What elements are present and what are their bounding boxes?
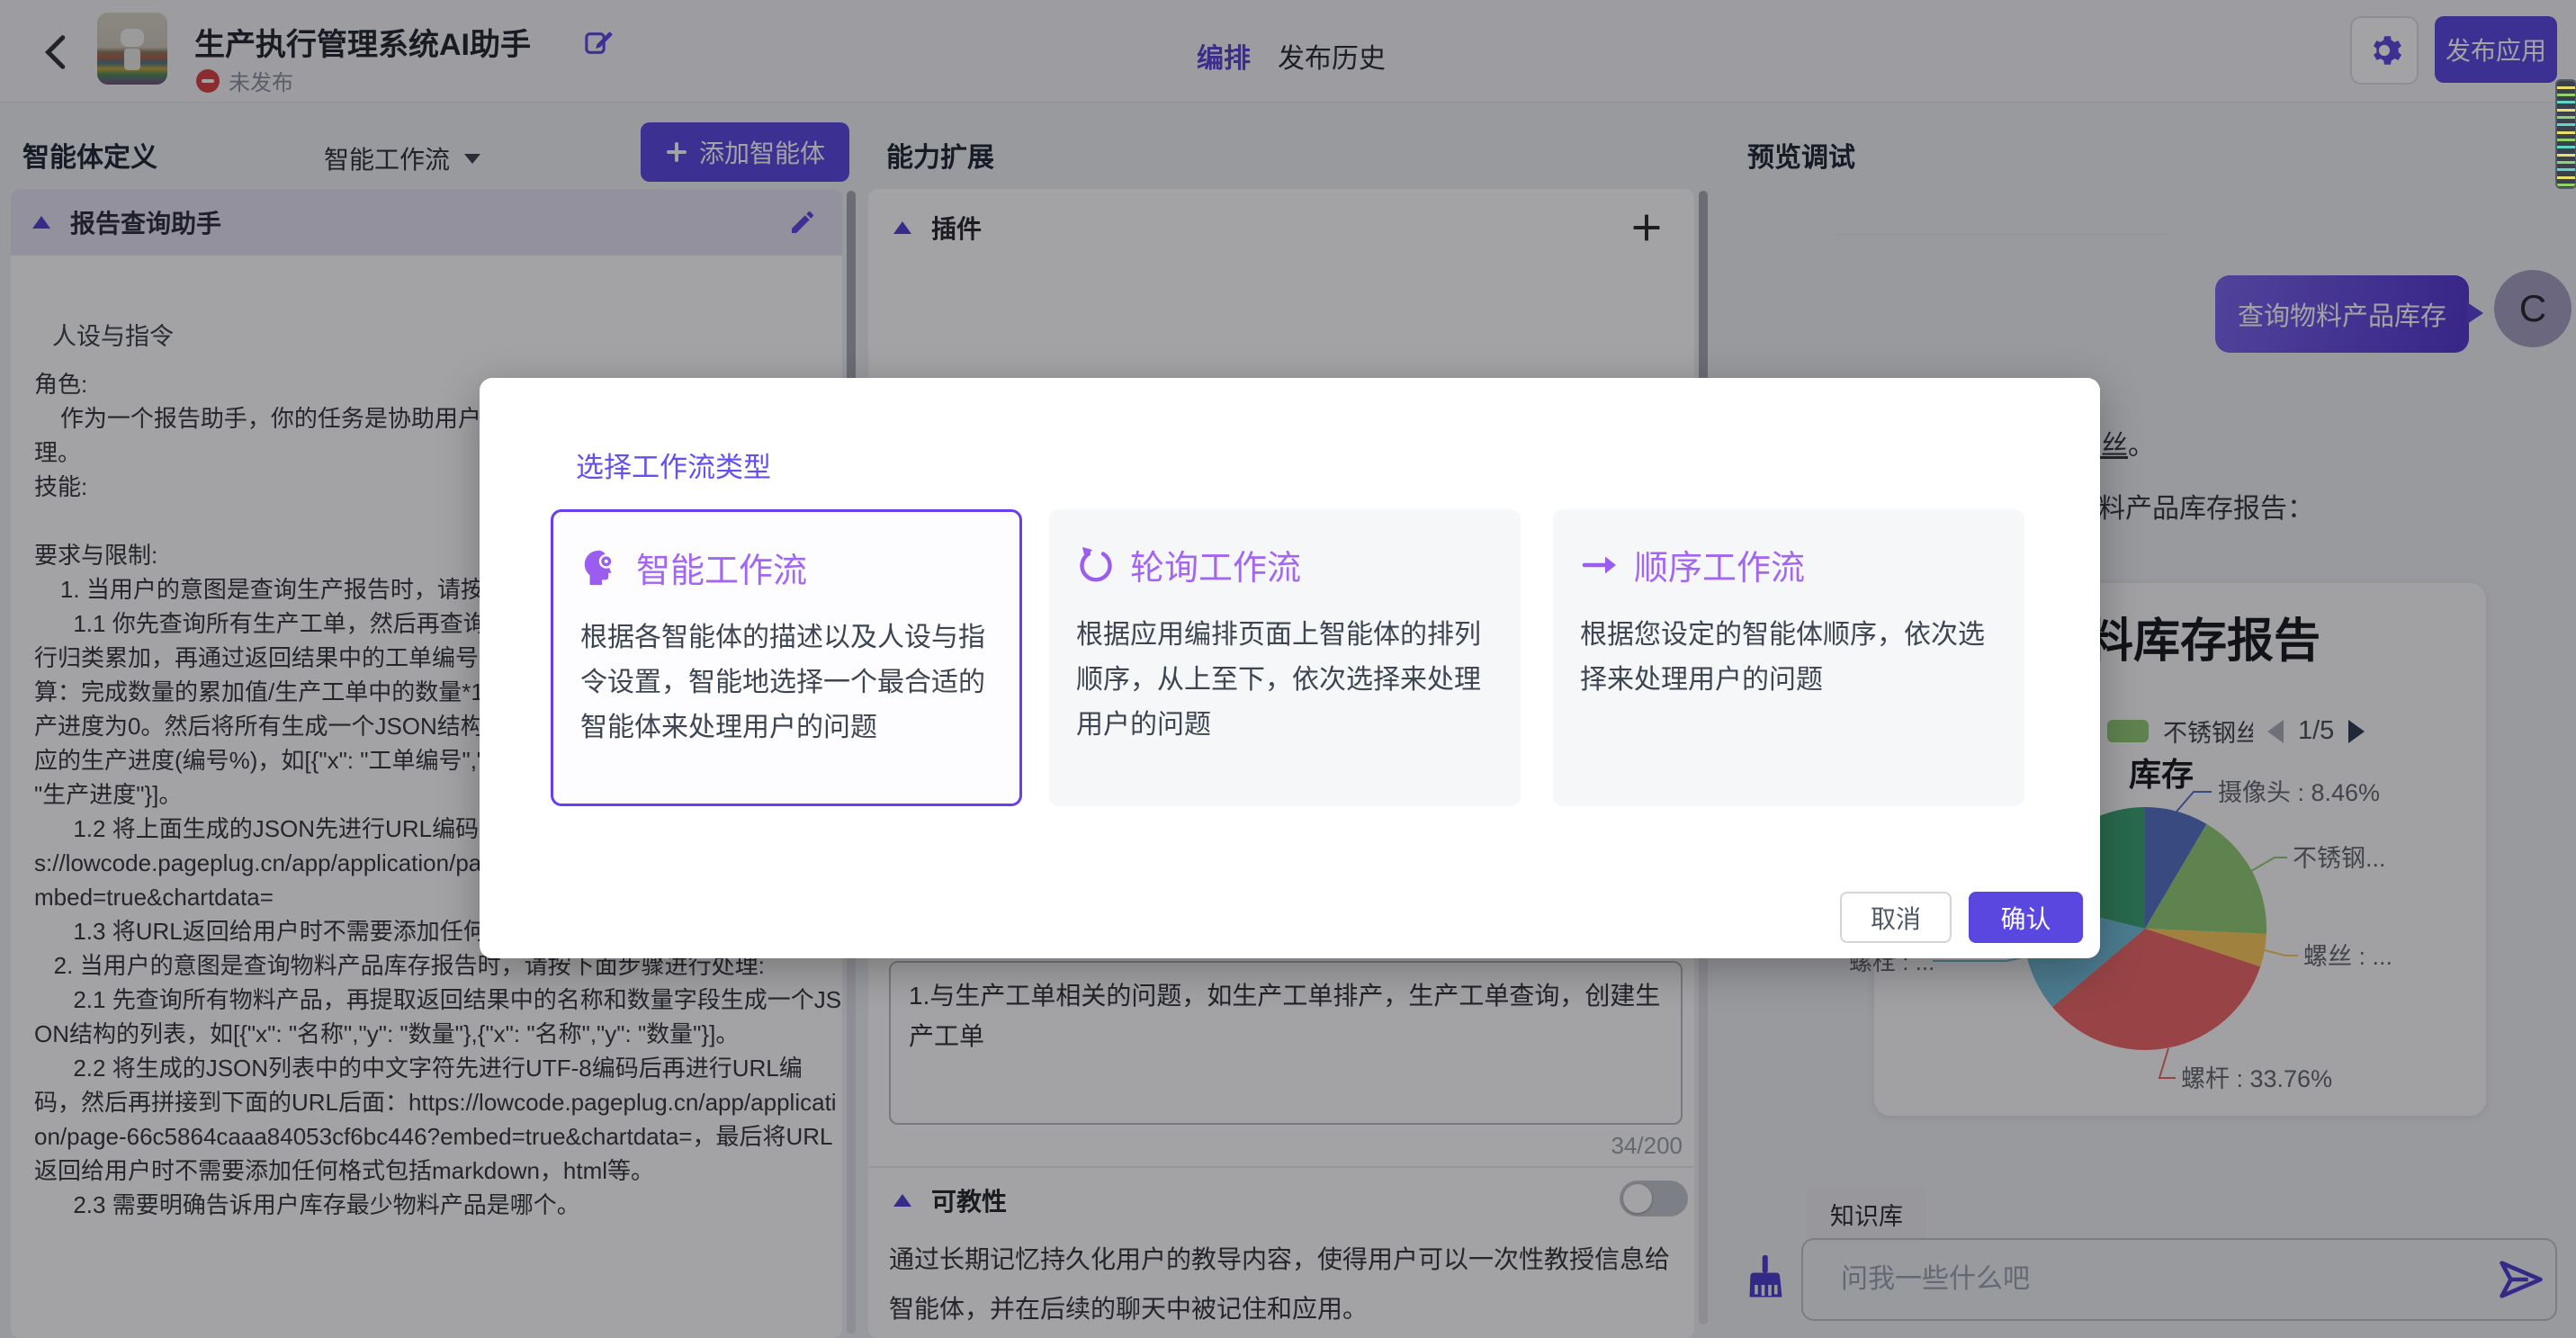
workflow-card-title: 顺序工作流: [1634, 540, 1805, 589]
workflow-card-desc: 根据您设定的智能体顺序，依次选择来处理用户的问题: [1580, 613, 1997, 703]
smart-head-icon: [580, 547, 622, 588]
workflow-type-modal: 选择工作流类型 智能工作流 根据各智能体的描述以及人设与指令设置，智能地选择一个…: [480, 378, 2100, 958]
page-scrollbar-thumb[interactable]: [2555, 79, 2576, 189]
app-screen: 生产执行管理系统AI助手 未发布 编排 发布历史 发布应用 智能体定义 智能工作…: [0, 0, 2576, 1338]
loop-arrow-icon: [1076, 545, 1116, 585]
arrow-right-icon: [1580, 545, 1620, 585]
workflow-card-sequential[interactable]: 顺序工作流 根据您设定的智能体顺序，依次选择来处理用户的问题: [1553, 509, 2024, 806]
workflow-card-smart[interactable]: 智能工作流 根据各智能体的描述以及人设与指令设置，智能地选择一个最合适的智能体来…: [551, 509, 1022, 806]
confirm-button[interactable]: 确认: [1969, 892, 2083, 943]
workflow-card-desc: 根据各智能体的描述以及人设与指令设置，智能地选择一个最合适的智能体来处理用户的问…: [580, 615, 992, 750]
workflow-card-desc: 根据应用编排页面上智能体的排列顺序，从上至下，依次选择来处理用户的问题: [1076, 613, 1494, 748]
workflow-card-title: 智能工作流: [636, 543, 807, 592]
modal-tab-title[interactable]: 选择工作流类型: [553, 445, 794, 485]
workflow-card-title: 轮询工作流: [1130, 540, 1301, 589]
cancel-button[interactable]: 取消: [1840, 892, 1952, 943]
workflow-card-polling[interactable]: 轮询工作流 根据应用编排页面上智能体的排列顺序，从上至下，依次选择来处理用户的问…: [1049, 509, 1521, 806]
